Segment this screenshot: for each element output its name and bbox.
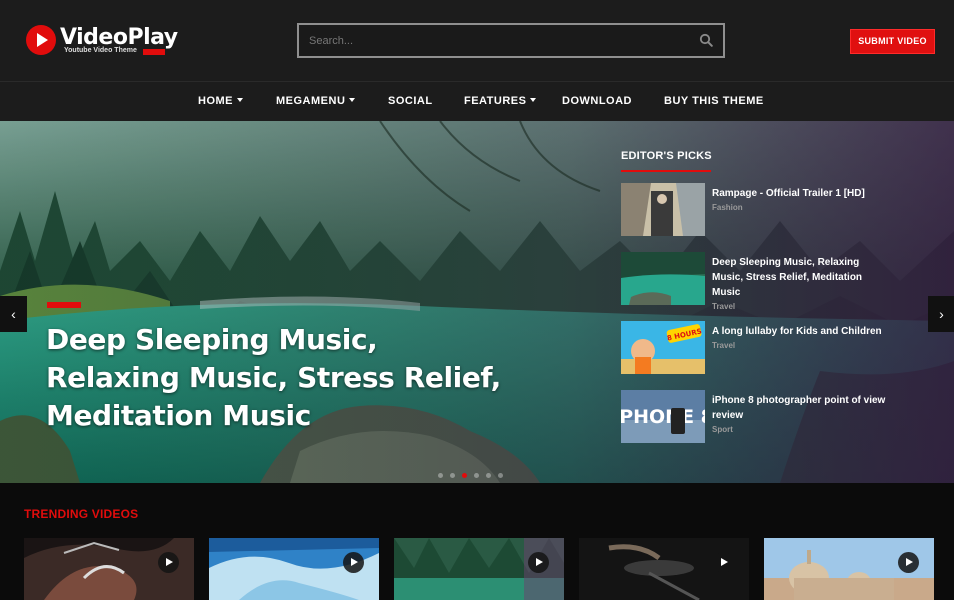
pick-category[interactable]: Travel (712, 300, 892, 314)
play-icon[interactable] (898, 552, 919, 573)
caret-down-icon (530, 98, 537, 103)
slider-dot[interactable] (486, 473, 491, 478)
trending-video-card[interactable] (764, 538, 934, 600)
nav-item-social[interactable]: SOCIAL (388, 82, 433, 121)
nav-label: HOME (198, 95, 233, 107)
play-icon[interactable] (343, 552, 364, 573)
search-input[interactable] (299, 25, 689, 56)
pick-title[interactable]: A long lullaby for Kids and Children (712, 326, 882, 337)
slider-dot[interactable] (474, 473, 479, 478)
pick-thumbnail[interactable]: IPHONE 8 (621, 390, 705, 443)
pick-item[interactable]: 8 HOURS A long lullaby for Kids and Chil… (621, 321, 911, 375)
heading-underline (621, 170, 711, 172)
hero-slider: Deep Sleeping Music, Relaxing Music, Str… (0, 121, 954, 483)
slider-dot[interactable] (450, 473, 455, 478)
play-icon[interactable] (528, 552, 549, 573)
trending-heading: TRENDING VIDEOS (24, 507, 139, 521)
site-logo[interactable]: VideoPlay Youtube Video Theme (26, 24, 178, 64)
slider-dot-active[interactable] (462, 473, 467, 478)
slider-dot[interactable] (498, 473, 503, 478)
main-nav: HOME MEGAMENU SOCIAL FEATURES DOWNLOAD B… (0, 82, 954, 121)
editors-picks: EDITOR'S PICKS Rampage - Official Traile… (621, 150, 921, 443)
pick-category[interactable]: Travel (712, 339, 892, 353)
pick-item[interactable]: IPHONE 8 iPhone 8 photographer point of … (621, 390, 911, 444)
nav-item-download[interactable]: DOWNLOAD (562, 82, 632, 121)
pick-thumbnail[interactable] (621, 183, 705, 236)
nav-label: FEATURES (464, 95, 527, 107)
submit-video-button[interactable]: SUBMIT VIDEO (850, 29, 935, 54)
trending-video-card[interactable] (24, 538, 194, 600)
nav-label: MEGAMENU (276, 95, 346, 107)
play-icon[interactable] (713, 552, 734, 573)
nav-item-buy-theme[interactable]: BUY THIS THEME (664, 82, 764, 121)
hero-title[interactable]: Deep Sleeping Music, Relaxing Music, Str… (46, 321, 506, 435)
pick-item[interactable]: Deep Sleeping Music, Relaxing Music, Str… (621, 252, 911, 311)
slider-dot[interactable] (438, 473, 443, 478)
pick-category[interactable]: Fashion (712, 201, 892, 215)
caret-down-icon (349, 98, 356, 103)
nav-item-features[interactable]: FEATURES (464, 82, 537, 121)
nav-label: SOCIAL (388, 95, 433, 107)
logo-tagline: Youtube Video Theme (64, 47, 137, 54)
nav-label: DOWNLOAD (562, 95, 632, 107)
chevron-right-icon: › (939, 306, 944, 322)
chevron-left-icon: ‹ (11, 306, 16, 322)
pick-thumbnail[interactable]: 8 HOURS (621, 321, 705, 374)
editors-picks-heading: EDITOR'S PICKS (621, 150, 712, 162)
pick-title[interactable]: Deep Sleeping Music, Relaxing Music, Str… (712, 257, 862, 298)
pick-title[interactable]: Rampage - Official Trailer 1 [HD] (712, 188, 865, 199)
slider-prev-button[interactable]: ‹ (0, 296, 27, 332)
trending-video-card[interactable] (209, 538, 379, 600)
play-logo-icon (26, 25, 56, 55)
trending-video-card[interactable] (579, 538, 749, 600)
site-header: VideoPlay Youtube Video Theme SUBMIT VID… (0, 0, 954, 82)
play-icon[interactable] (158, 552, 179, 573)
nav-item-megamenu[interactable]: MEGAMENU (276, 82, 356, 121)
pick-title[interactable]: iPhone 8 photographer point of view revi… (712, 395, 885, 421)
caret-down-icon (237, 98, 243, 103)
thumb-text: IPHONE 8 (621, 406, 705, 428)
pick-item[interactable]: Rampage - Official Trailer 1 [HD] Fashio… (621, 183, 911, 237)
nav-item-home[interactable]: HOME (198, 82, 243, 121)
search-box (297, 23, 725, 58)
slider-dots (438, 473, 508, 479)
trending-video-card[interactable] (394, 538, 564, 600)
slider-next-button[interactable]: › (928, 296, 954, 332)
logo-accent-bar (143, 49, 165, 55)
nav-label: BUY THIS THEME (664, 95, 764, 107)
pick-category[interactable]: Sport (712, 423, 892, 437)
hero-category-tag[interactable] (47, 302, 81, 308)
search-icon[interactable] (699, 33, 713, 47)
pick-thumbnail[interactable] (621, 252, 705, 305)
